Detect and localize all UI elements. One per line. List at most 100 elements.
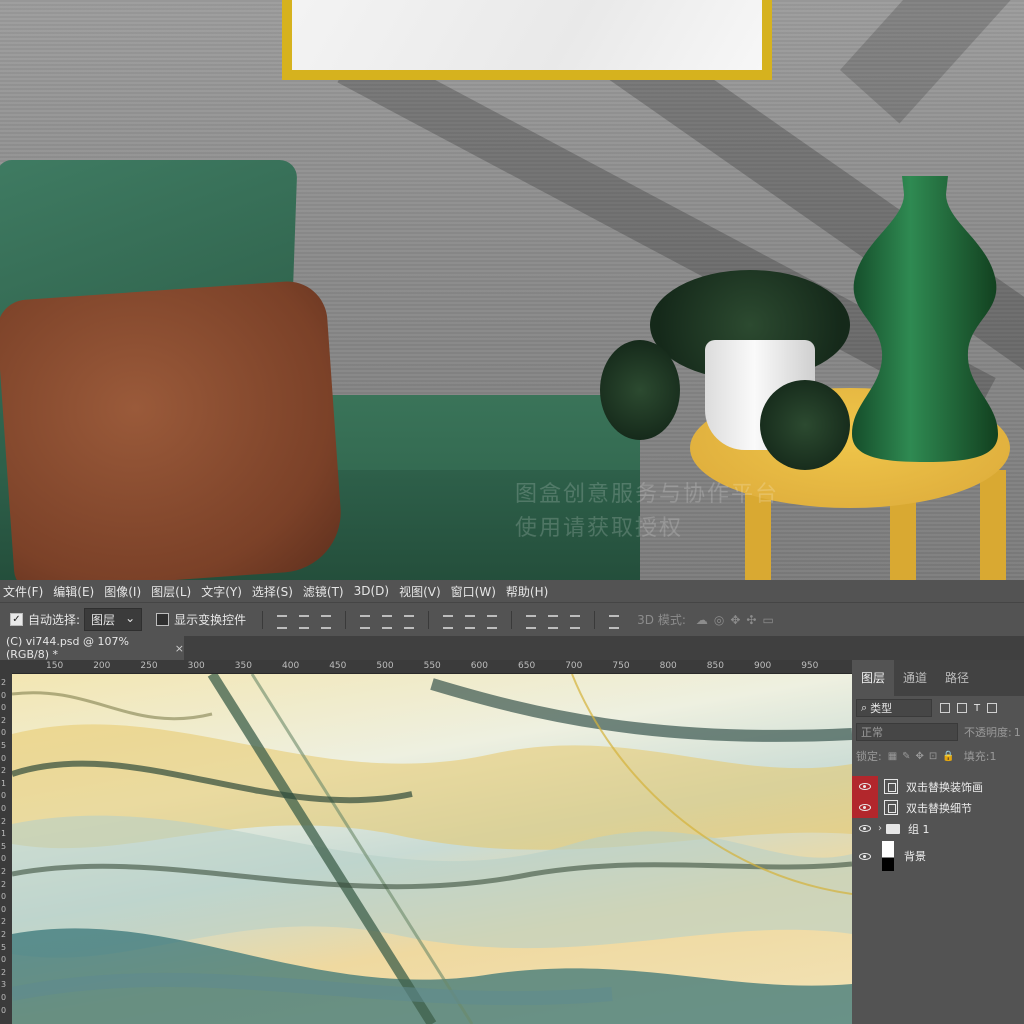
- menu-edit[interactable]: 编辑(E): [50, 583, 101, 600]
- smart-object-icon: [884, 800, 898, 815]
- layer-filter-dropdown[interactable]: ⌕ 类型: [856, 699, 932, 717]
- 3d-tool-icons[interactable]: ☁◎✥✣▭: [696, 613, 780, 627]
- blend-mode-dropdown[interactable]: 正常: [856, 723, 958, 741]
- tab-channels[interactable]: 通道: [894, 669, 936, 696]
- divider: [262, 610, 264, 629]
- ruler-tick-label: 2: [1, 930, 7, 939]
- menu-layer[interactable]: 图层(L): [148, 583, 198, 600]
- auto-select-target-dropdown[interactable]: 图层 ⌄: [84, 608, 143, 631]
- document-tab[interactable]: (C) vi744.psd @ 107%(RGB/8) * ×: [0, 635, 184, 661]
- distribute-hcenter-icon[interactable]: [546, 613, 560, 629]
- ruler-tick-label: 800: [659, 661, 677, 671]
- document-canvas[interactable]: [12, 674, 852, 1024]
- search-icon: ⌕: [861, 701, 868, 714]
- eye-icon: [859, 804, 871, 811]
- chevron-right-icon[interactable]: ›: [878, 823, 882, 834]
- menu-3d[interactable]: 3D(D): [351, 584, 396, 598]
- align-hcenter-icon[interactable]: [380, 613, 394, 629]
- smart-object-icon: [884, 779, 898, 794]
- menu-window[interactable]: 窗口(W): [448, 583, 503, 600]
- room-mockup-photo: 图盒创意服务与协作平台 使用请获取授权: [0, 0, 1024, 580]
- show-transform-checkbox[interactable]: [156, 613, 170, 626]
- menu-image[interactable]: 图像(I): [101, 583, 148, 600]
- menu-view[interactable]: 视图(V): [396, 583, 448, 600]
- ruler-tick-label: 0: [1, 955, 7, 965]
- document-tab-title: (C) vi744.psd @ 107%(RGB/8) *: [6, 635, 129, 661]
- auto-select-checkbox[interactable]: ✓: [10, 613, 23, 626]
- horizontal-ruler: 150 200 250 300 350 400 450 500 550 600 650 700 750 8…: [12, 660, 852, 674]
- auto-select-label: 自动选择:: [28, 613, 81, 627]
- blend-mode-value: 正常: [861, 726, 883, 739]
- layer-row[interactable]: 双击替换细节: [852, 797, 1024, 818]
- ruler-tick-label: 850: [706, 661, 724, 671]
- opacity-value[interactable]: 1: [1014, 726, 1021, 739]
- watermark-line-1: 图盒创意服务与协作平台: [515, 482, 780, 507]
- divider: [511, 610, 513, 629]
- folder-icon: [886, 823, 900, 834]
- ruler-tick-label: 0: [1, 728, 7, 738]
- ruler-tick-label: 3: [1, 980, 7, 990]
- align-top-icon[interactable]: [275, 613, 289, 629]
- distribute-right-icon[interactable]: [568, 613, 582, 629]
- ruler-tick-label: 950: [801, 661, 819, 671]
- ruler-tick-label: 5: [1, 741, 7, 750]
- eye-icon: [859, 783, 871, 790]
- ruler-tick-label: 5: [1, 841, 7, 851]
- ruler-corner: [0, 660, 12, 674]
- ruler-tick-label: 0: [1, 703, 7, 713]
- ruler-tick-label: 150: [46, 661, 64, 671]
- visibility-toggle[interactable]: [852, 839, 878, 873]
- layer-name: 组 1: [908, 822, 930, 836]
- ruler-tick-label: 650: [518, 661, 536, 671]
- align-vcenter-icon[interactable]: [297, 613, 311, 629]
- ruler-tick-label: 0: [1, 854, 7, 864]
- menu-select[interactable]: 选择(S): [249, 583, 300, 600]
- filter-icons[interactable]: T: [940, 702, 998, 714]
- mode-3d-label: 3D 模式:: [637, 613, 686, 627]
- menu-type[interactable]: 文字(Y): [198, 583, 249, 600]
- ruler-tick-label: 700: [565, 661, 583, 671]
- ruler-tick-label: 0: [1, 753, 7, 763]
- visibility-toggle[interactable]: [852, 818, 878, 839]
- ruler-tick-label: 550: [423, 661, 441, 671]
- layer-filter-row: ⌕ 类型 T: [852, 696, 1024, 720]
- leather-pillow: [0, 278, 345, 580]
- align-left-icon[interactable]: [358, 613, 372, 629]
- menu-bar: 文件(F) 编辑(E) 图像(I) 图层(L) 文字(Y) 选择(S) 滤镜(T…: [0, 580, 1024, 602]
- layer-row[interactable]: › 组 1: [852, 818, 1024, 839]
- distribute-top-icon[interactable]: [441, 613, 455, 629]
- layer-row[interactable]: 背景: [852, 839, 1024, 873]
- auto-select-target-value: 图层: [91, 613, 116, 627]
- tab-paths[interactable]: 路径: [936, 669, 978, 696]
- watermark-line-2: 使用请获取授权: [515, 516, 684, 541]
- divider: [345, 610, 347, 629]
- close-icon[interactable]: ×: [175, 642, 184, 655]
- auto-align-icon[interactable]: [607, 613, 621, 629]
- tab-layers[interactable]: 图层: [852, 660, 895, 696]
- distribute-vcenter-icon[interactable]: [463, 613, 477, 629]
- lock-icons[interactable]: ▦✎✥⊡🔒: [888, 751, 960, 762]
- eye-icon: [859, 852, 871, 860]
- plant-foliage: [760, 380, 850, 470]
- visibility-toggle[interactable]: [852, 776, 878, 797]
- align-bottom-icon[interactable]: [319, 613, 333, 629]
- wall-art-frame: [282, 0, 772, 80]
- distribute-bottom-icon[interactable]: [485, 613, 499, 629]
- ruler-tick-label: 200: [93, 661, 111, 671]
- layer-name: 双击替换装饰画: [906, 780, 983, 794]
- ruler-tick-label: 2: [1, 715, 7, 725]
- layer-name: 背景: [904, 850, 926, 863]
- fill-value[interactable]: 1: [989, 750, 996, 763]
- layer-row[interactable]: 双击替换装饰画: [852, 776, 1024, 797]
- eye-icon: [859, 825, 871, 832]
- green-vase: [852, 176, 998, 462]
- visibility-toggle[interactable]: [852, 797, 878, 818]
- align-right-icon[interactable]: [402, 613, 416, 629]
- menu-help[interactable]: 帮助(H): [503, 583, 555, 600]
- opacity-label: 不透明度:: [964, 726, 1012, 739]
- abstract-artwork: [12, 674, 852, 1024]
- menu-filter[interactable]: 滤镜(T): [300, 583, 351, 600]
- menu-file[interactable]: 文件(F): [0, 583, 50, 600]
- distribute-left-icon[interactable]: [524, 613, 538, 629]
- ruler-tick-label: 900: [754, 661, 772, 671]
